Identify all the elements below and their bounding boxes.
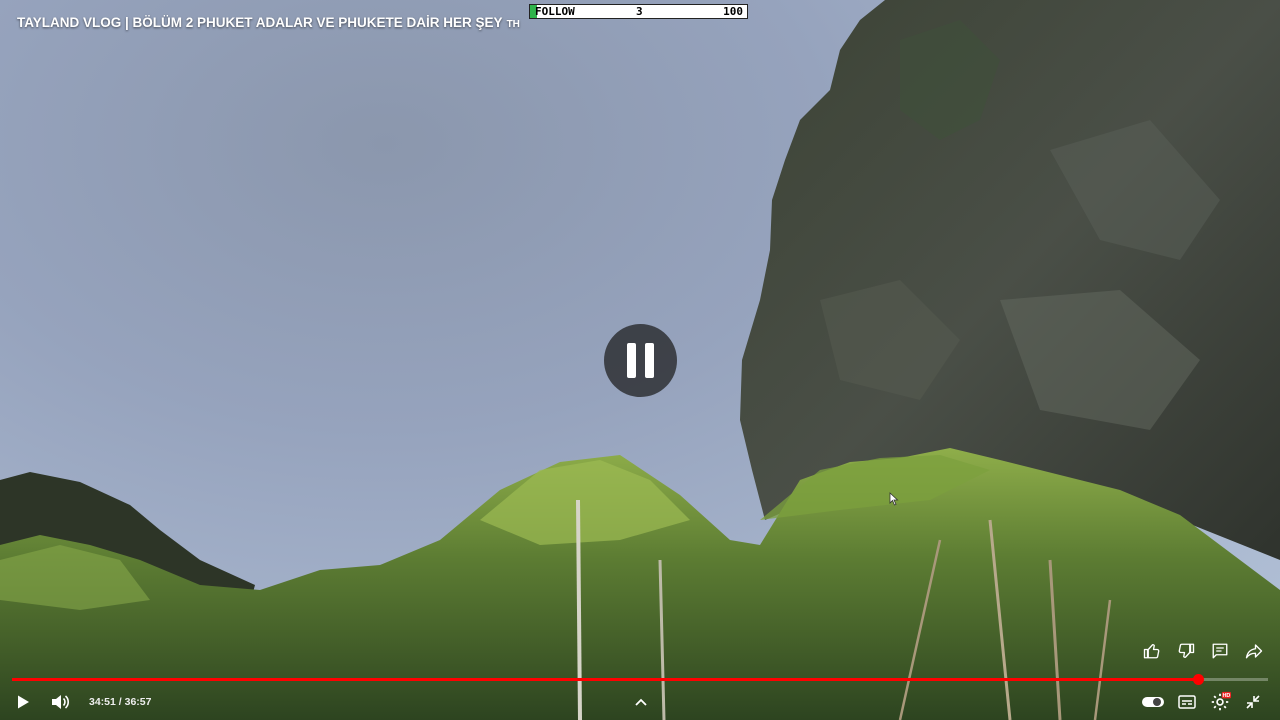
exit-fullscreen-button[interactable] [1240,690,1266,714]
progress-played [12,678,1198,681]
thumbs-up-icon[interactable] [1140,639,1164,663]
comment-icon[interactable] [1208,639,1232,663]
subtitles-button[interactable] [1174,690,1200,714]
play-button[interactable] [10,690,36,714]
chapters-expand-button[interactable] [630,690,652,714]
duration: 36:57 [124,696,152,708]
settings-button[interactable]: HD [1206,690,1234,714]
follow-goal-count: 3 [636,5,643,18]
autoplay-toggle[interactable] [1140,690,1166,714]
time-display: 34:51 / 36:57 [89,696,151,708]
follow-goal-target: 100 [723,5,743,18]
video-title-suffix: TH [506,19,520,30]
play-icon [18,695,29,709]
chevron-up-icon [635,698,647,706]
autoplay-toggle-icon [1142,697,1164,707]
player-controls: 34:51 / 36:57 HD [0,688,1280,716]
settings-icon: HD [1211,691,1231,711]
progress-scrubber[interactable] [1192,674,1204,685]
pause-icon [627,343,654,378]
exit-fullscreen-icon [1246,695,1260,709]
center-pause-button[interactable] [604,324,677,397]
current-time: 34:51 [89,696,116,708]
volume-icon [52,695,70,709]
time-separator: / [115,696,125,708]
follow-goal-overlay: FOLLOW 3 100 [529,4,748,19]
share-icon[interactable] [1242,639,1266,663]
video-title[interactable]: TAYLAND VLOG | BÖLÜM 2 PHUKET ADALAR VE … [17,15,520,30]
mute-button[interactable] [46,690,74,714]
follow-goal-label: FOLLOW [535,5,575,18]
video-title-text: TAYLAND VLOG | BÖLÜM 2 PHUKET ADALAR VE … [17,15,503,30]
progress-bar[interactable] [12,674,1268,685]
mouse-cursor-icon [889,492,899,506]
hd-badge: HD [1222,693,1230,699]
thumbs-down-icon[interactable] [1174,639,1198,663]
engagement-actions [1140,639,1266,663]
subtitles-icon [1178,695,1196,709]
